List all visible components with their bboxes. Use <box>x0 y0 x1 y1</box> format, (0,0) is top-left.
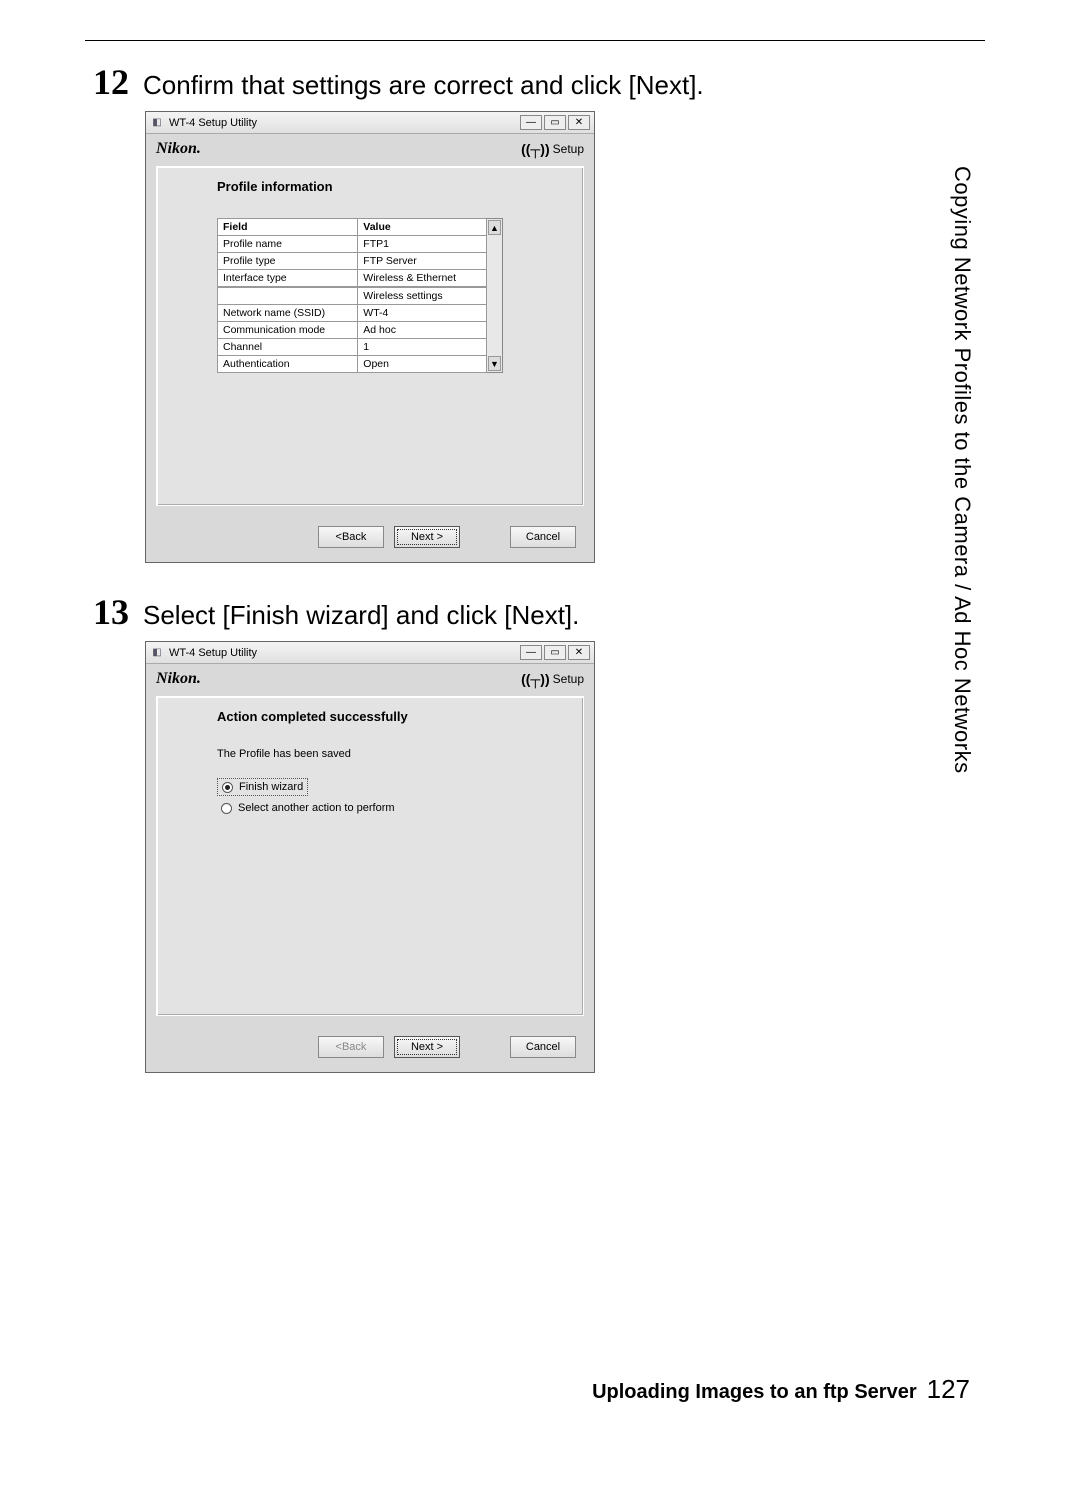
section-title: Action completed successfully <box>217 709 569 724</box>
table-row: Profile typeFTP Server <box>218 253 487 270</box>
cell-value: WT-4 <box>358 305 487 322</box>
cell-field: Interface type <box>218 270 358 288</box>
radio-label: Select another action to perform <box>238 802 395 814</box>
cell-field: Channel <box>218 339 358 356</box>
back-button[interactable]: <Back <box>318 526 384 548</box>
table-subheader-row: Wireless settings <box>218 287 487 305</box>
table-header-row: Field Value <box>218 219 487 236</box>
brand-logo: Nikon. <box>156 140 201 158</box>
window-title: WT-4 Setup Utility <box>169 117 257 129</box>
setup-label: Setup <box>553 142 584 156</box>
setup-logo: ((┬)) Setup <box>521 671 584 687</box>
app-icon: ◧ <box>150 116 164 130</box>
table-row: Network name (SSID)WT-4 <box>218 305 487 322</box>
footer-title: Uploading Images to an ftp Server <box>592 1381 917 1404</box>
antenna-icon: ((┬)) <box>521 141 550 157</box>
dialog-button-row: <Back Next > Cancel <box>146 516 594 562</box>
back-button: <Back <box>318 1036 384 1058</box>
antenna-icon: ((┬)) <box>521 671 550 687</box>
scroll-up-icon[interactable]: ▲ <box>488 220 501 235</box>
table-row: Profile nameFTP1 <box>218 236 487 253</box>
cancel-button[interactable]: Cancel <box>510 526 576 548</box>
step-number: 13 <box>85 591 129 633</box>
setup-logo: ((┬)) Setup <box>521 141 584 157</box>
dialog-body: Action completed successfully The Profil… <box>156 696 584 1016</box>
cell-value: Open <box>358 356 487 373</box>
brand-row: Nikon. ((┬)) Setup <box>146 134 594 166</box>
profile-table: Field Value Profile nameFTP1 Profile typ… <box>217 218 487 373</box>
dialog-profile-information: ◧ WT-4 Setup Utility — ▭ ✕ Nikon. ((┬)) … <box>145 111 595 563</box>
cell-field: Profile type <box>218 253 358 270</box>
close-button[interactable]: ✕ <box>568 645 590 660</box>
window-title: WT-4 Setup Utility <box>169 647 257 659</box>
header-value: Value <box>358 219 487 236</box>
page-number: 127 <box>927 1374 970 1405</box>
radio-label: Finish wizard <box>239 781 303 793</box>
cell-field: Authentication <box>218 356 358 373</box>
section-title: Profile information <box>217 179 569 194</box>
cell-value: Wireless & Ethernet <box>358 270 487 288</box>
cancel-button[interactable]: Cancel <box>510 1036 576 1058</box>
radio-another-action[interactable]: Select another action to perform <box>217 800 569 816</box>
step-number: 12 <box>85 61 129 103</box>
table-row: Channel1 <box>218 339 487 356</box>
setup-label: Setup <box>553 672 584 686</box>
profile-table-wrap: Field Value Profile nameFTP1 Profile typ… <box>217 218 569 373</box>
dialog-action-completed: ◧ WT-4 Setup Utility — ▭ ✕ Nikon. ((┬)) … <box>145 641 595 1073</box>
minimize-button[interactable]: — <box>520 115 542 130</box>
step-instruction: Select [Finish wizard] and click [Next]. <box>143 600 579 631</box>
cell-field: Network name (SSID) <box>218 305 358 322</box>
cell-subheader: Wireless settings <box>358 287 487 305</box>
maximize-button[interactable]: ▭ <box>544 115 566 130</box>
step-instruction: Confirm that settings are correct and cl… <box>143 70 704 101</box>
radio-finish-wizard[interactable]: Finish wizard <box>217 778 308 796</box>
next-button[interactable]: Next > <box>394 1036 460 1058</box>
window-titlebar: ◧ WT-4 Setup Utility — ▭ ✕ <box>146 112 594 134</box>
minimize-button[interactable]: — <box>520 645 542 660</box>
cell-value: FTP1 <box>358 236 487 253</box>
cell-field: Communication mode <box>218 322 358 339</box>
radio-icon <box>222 782 233 793</box>
table-row: Interface typeWireless & Ethernet <box>218 270 487 288</box>
cell-empty <box>218 287 358 305</box>
brand-row: Nikon. ((┬)) Setup <box>146 664 594 696</box>
app-icon: ◧ <box>150 646 164 660</box>
scroll-down-icon[interactable]: ▼ <box>488 356 501 371</box>
page-footer: Uploading Images to an ftp Server 127 <box>592 1374 970 1405</box>
saved-message: The Profile has been saved <box>217 748 569 760</box>
step-13: 13 Select [Finish wizard] and click [Nex… <box>85 591 985 633</box>
cell-value: FTP Server <box>358 253 487 270</box>
sidebar-section-title: Copying Network Profiles to the Camera /… <box>949 166 975 774</box>
brand-logo: Nikon. <box>156 670 201 688</box>
dialog-button-row: <Back Next > Cancel <box>146 1026 594 1072</box>
window-titlebar: ◧ WT-4 Setup Utility — ▭ ✕ <box>146 642 594 664</box>
maximize-button[interactable]: ▭ <box>544 645 566 660</box>
radio-icon <box>221 803 232 814</box>
cell-field: Profile name <box>218 236 358 253</box>
next-button[interactable]: Next > <box>394 526 460 548</box>
cell-value: 1 <box>358 339 487 356</box>
close-button[interactable]: ✕ <box>568 115 590 130</box>
scrollbar[interactable]: ▲ ▼ <box>487 218 503 373</box>
step-12: 12 Confirm that settings are correct and… <box>85 61 985 103</box>
table-row: Communication modeAd hoc <box>218 322 487 339</box>
table-row: AuthenticationOpen <box>218 356 487 373</box>
dialog-body: Profile information Field Value Profile … <box>156 166 584 506</box>
cell-value: Ad hoc <box>358 322 487 339</box>
header-field: Field <box>218 219 358 236</box>
manual-page: Copying Network Profiles to the Camera /… <box>85 40 985 1440</box>
